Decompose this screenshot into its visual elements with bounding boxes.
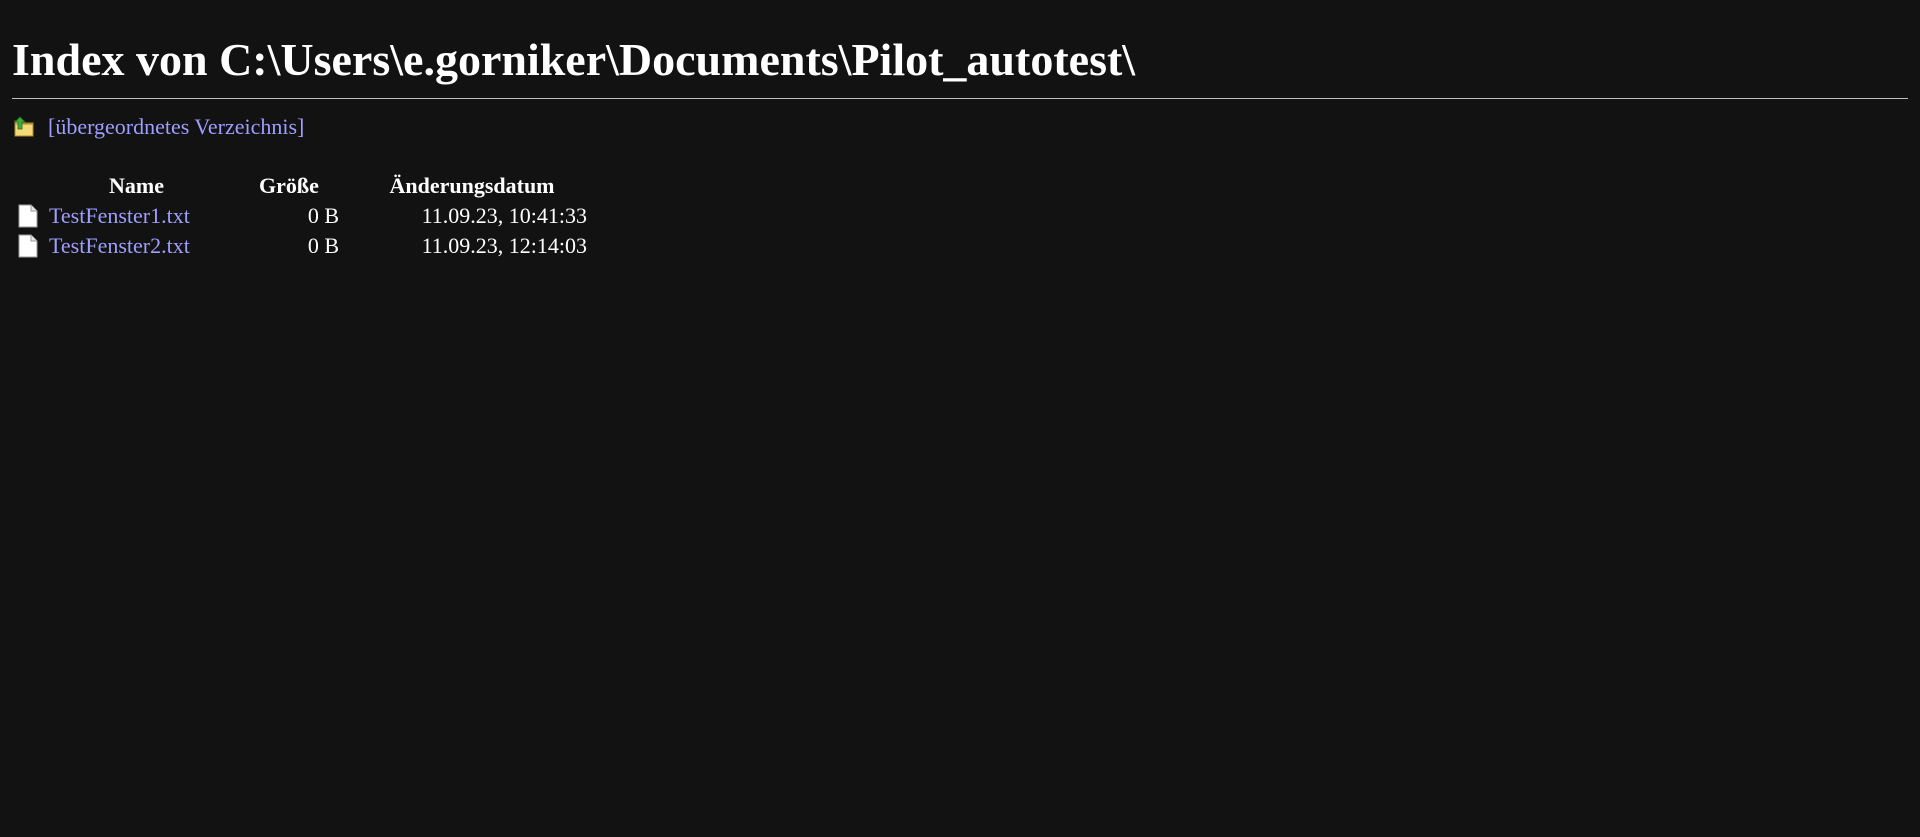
file-icon-cell [12,201,49,231]
parent-directory-link[interactable]: [übergeordnetes Verzeichnis] [48,114,304,140]
divider [12,98,1908,99]
file-size: 0 B [307,233,339,258]
file-name-cell: TestFenster2.txt [49,231,224,261]
table-header-row: Name Größe Änderungsdatum [12,171,587,201]
parent-directory-row: [übergeordnetes Verzeichnis] [12,113,1908,141]
header-icon-cell [12,171,49,201]
directory-listing-page: Index von C:\Users\e.gorniker\Documents\… [12,0,1908,261]
file-modified-date: 11.09.23, 10:41:33 [421,203,587,228]
table-row: TestFenster2.txt 0 B 11.09.23, 12:14:03 [12,231,587,261]
file-link[interactable]: TestFenster2.txt [49,233,190,258]
header-size[interactable]: Größe [224,171,345,201]
file-icon[interactable] [12,234,49,258]
file-modified-date: 11.09.23, 12:14:03 [421,233,587,258]
page-title: Index von C:\Users\e.gorniker\Documents\… [12,34,1136,85]
folder-up-icon[interactable] [12,115,36,139]
file-name-cell: TestFenster1.txt [49,201,224,231]
file-icon-cell [12,231,49,261]
file-link[interactable]: TestFenster1.txt [49,203,190,228]
file-size: 0 B [307,203,339,228]
header-name[interactable]: Name [49,171,224,201]
header-date[interactable]: Änderungsdatum [345,171,587,201]
file-table: Name Größe Änderungsdatum TestFenster1.t… [12,171,587,261]
table-row: TestFenster1.txt 0 B 11.09.23, 10:41:33 [12,201,587,231]
file-icon[interactable] [12,204,49,228]
